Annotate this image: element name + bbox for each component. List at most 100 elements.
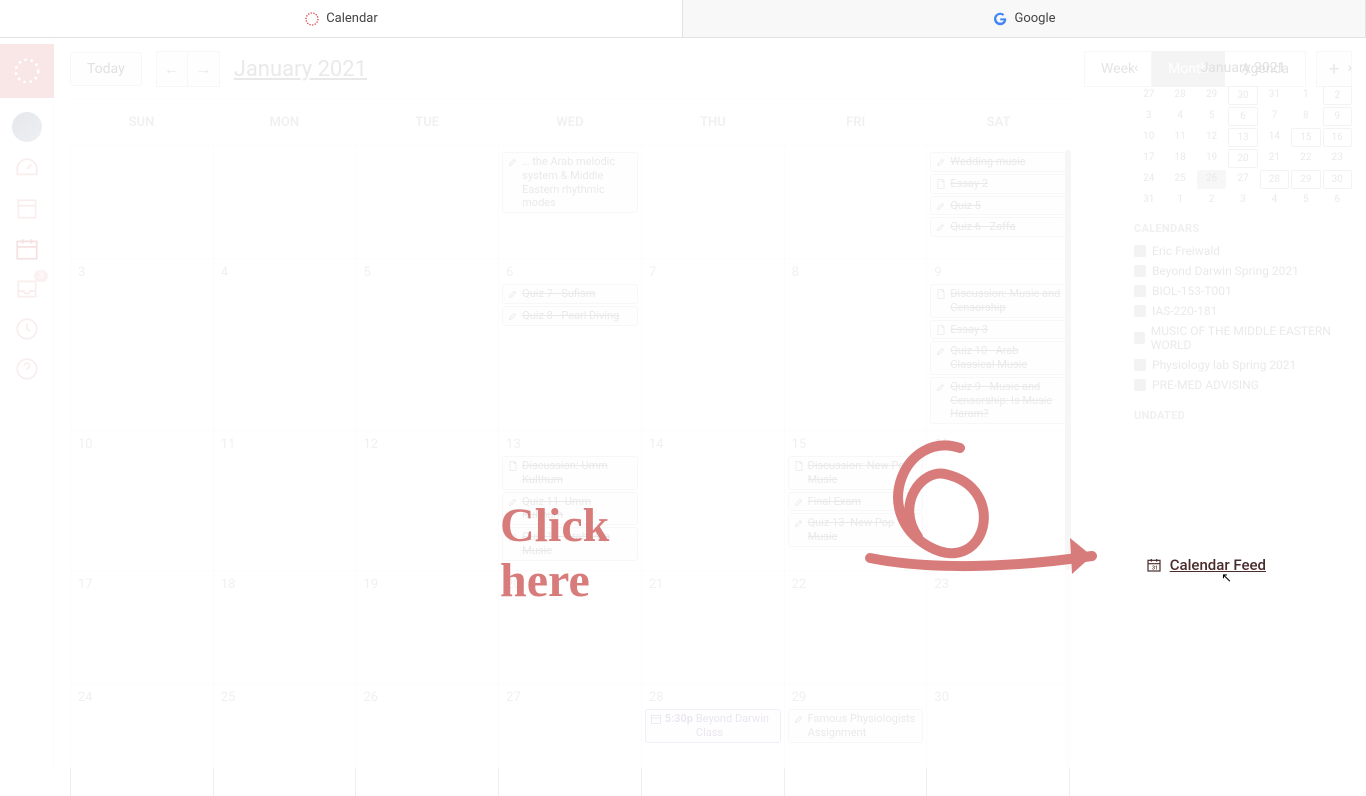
mini-day[interactable]: 11 <box>1165 128 1194 147</box>
calendar-day-cell[interactable]: 285:30p Beyond Darwin Class <box>642 684 785 796</box>
mini-day[interactable]: 20 <box>1228 149 1257 168</box>
mini-day[interactable]: 10 <box>1134 128 1163 147</box>
month-title[interactable]: January 2021 <box>234 57 367 82</box>
calendar-day-cell[interactable]: 23 <box>927 571 1070 683</box>
canvas-logo[interactable] <box>0 44 54 98</box>
mini-day[interactable]: 18 <box>1165 149 1194 168</box>
calendar-event[interactable]: Quiz 7 - Sufism <box>502 284 638 304</box>
mini-day[interactable]: 5 <box>1197 107 1226 126</box>
calendar-day-cell[interactable]: 6Quiz 7 - SufismQuiz 8 - Pearl Diving <box>499 259 642 430</box>
calendar-day-cell[interactable]: 10 <box>70 431 214 570</box>
calendar-event[interactable]: Discussion: Music and Censorship <box>930 284 1066 318</box>
calendar-day-cell[interactable]: 26 <box>356 684 499 796</box>
calendar-day-cell[interactable]: 14 <box>642 431 785 570</box>
calendar-day-cell[interactable]: 16 <box>927 431 1070 570</box>
calendar-day-cell[interactable]: 15Discussion: New Pop MusicFinal ExamQui… <box>785 431 928 570</box>
calendar-event[interactable]: Quiz 10 - Arab Classical Music <box>930 341 1066 375</box>
mini-day[interactable]: 25 <box>1165 170 1194 189</box>
next-month-button[interactable]: → <box>188 51 220 87</box>
calendar-day-cell[interactable]: 19 <box>356 571 499 683</box>
calendar-event[interactable]: 5:30p Beyond Darwin Class <box>645 709 781 743</box>
calendar-list-item[interactable]: Physiology lab Spring 2021 <box>1134 355 1352 375</box>
mini-day[interactable]: 22 <box>1291 149 1320 168</box>
calendar-event[interactable]: Quiz 12- Arab Pop Music <box>502 527 638 561</box>
mini-day[interactable]: 23 <box>1323 149 1352 168</box>
calendar-day-cell[interactable]: 22 <box>785 571 928 683</box>
calendar-day-cell[interactable]: 29Famous Physiologists Assignment <box>785 684 928 796</box>
tab-google[interactable]: Google <box>683 0 1366 37</box>
calendar-list-item[interactable]: Beyond Darwin Spring 2021 <box>1134 261 1352 281</box>
calendar-day-cell[interactable]: 4 <box>214 259 357 430</box>
help-icon[interactable] <box>14 356 40 382</box>
calendar-day-cell[interactable]: 20 <box>499 571 642 683</box>
mini-day[interactable]: 21 <box>1260 149 1289 168</box>
calendar-day-cell[interactable]: 11 <box>214 431 357 570</box>
calendar-day-cell[interactable]: 18 <box>214 571 357 683</box>
courses-icon[interactable] <box>14 196 40 222</box>
mini-day[interactable]: 29 <box>1197 86 1226 105</box>
mini-prev-month[interactable]: ‹ <box>1134 60 1138 76</box>
mini-day[interactable]: 9 <box>1323 107 1352 126</box>
inbox-icon[interactable]: 3 <box>14 276 40 302</box>
calendar-day-cell[interactable]: … the Arab melodic system & Middle Easte… <box>499 146 642 258</box>
calendar-event[interactable]: Essay 2 <box>930 174 1066 194</box>
calendar-day-cell[interactable]: 12 <box>356 431 499 570</box>
mini-day[interactable]: 1 <box>1291 86 1320 105</box>
calendar-day-cell[interactable]: 27 <box>499 684 642 796</box>
calendar-event[interactable]: Final Exam <box>788 492 924 512</box>
prev-month-button[interactable]: ← <box>156 51 188 87</box>
mini-day[interactable]: 3 <box>1228 191 1257 208</box>
mini-day[interactable]: 6 <box>1323 191 1352 208</box>
calendar-event[interactable]: Quiz 8 - Pearl Diving <box>502 306 638 326</box>
account-avatar[interactable] <box>12 112 42 142</box>
mini-day[interactable]: 15 <box>1291 128 1320 147</box>
mini-day[interactable]: 13 <box>1228 128 1257 147</box>
mini-day[interactable]: 12 <box>1197 128 1226 147</box>
calendar-list-item[interactable]: MUSIC OF THE MIDDLE EASTERN WORLD <box>1134 321 1352 355</box>
mini-day[interactable]: 19 <box>1197 149 1226 168</box>
calendar-list-item[interactable]: IAS-220-181 <box>1134 301 1352 321</box>
calendar-day-cell[interactable]: 24 <box>70 684 214 796</box>
mini-day[interactable]: 29 <box>1291 170 1320 189</box>
calendar-day-cell[interactable]: 30 <box>927 684 1070 796</box>
calendar-event[interactable]: Famous Physiologists Assignment <box>788 709 924 743</box>
calendar-list-item[interactable]: Eric Freiwald <box>1134 241 1352 261</box>
mini-day[interactable]: 24 <box>1134 170 1163 189</box>
today-button[interactable]: Today <box>70 52 142 86</box>
mini-day[interactable]: 17 <box>1134 149 1163 168</box>
mini-day[interactable]: 1 <box>1165 191 1194 208</box>
mini-day[interactable]: 16 <box>1323 128 1352 147</box>
calendar-day-cell[interactable]: 3 <box>70 259 214 430</box>
mini-day[interactable]: 30 <box>1228 86 1257 105</box>
calendar-event[interactable]: Discussion: New Pop Music <box>788 456 924 490</box>
tab-calendar[interactable]: Calendar <box>0 0 683 37</box>
calendar-event[interactable]: Discussion: Umm Kulthum <box>502 456 638 490</box>
mini-day[interactable]: 27 <box>1134 86 1163 105</box>
calendar-event[interactable]: Wedding music <box>930 152 1066 172</box>
calendar-day-cell[interactable]: 7 <box>642 259 785 430</box>
calendar-day-cell[interactable] <box>214 146 357 258</box>
mini-day[interactable]: 31 <box>1260 86 1289 105</box>
history-icon[interactable] <box>14 316 40 342</box>
calendar-event[interactable]: Essay 3 <box>930 320 1066 340</box>
calendar-nav-icon[interactable] <box>14 236 40 262</box>
mini-day[interactable]: 8 <box>1291 107 1320 126</box>
calendar-scrollbar[interactable] <box>1065 150 1071 768</box>
calendar-day-cell[interactable]: 13Discussion: Umm KulthumQuiz 11- Umm Ku… <box>499 431 642 570</box>
mini-day[interactable]: 28 <box>1260 170 1289 189</box>
calendar-day-cell[interactable]: Wedding musicEssay 2Quiz 5Quiz 6 - Zaffa <box>927 146 1070 258</box>
mini-next-month[interactable]: › <box>1348 60 1352 76</box>
calendar-day-cell[interactable] <box>70 146 214 258</box>
mini-day[interactable]: 4 <box>1165 107 1194 126</box>
calendar-day-cell[interactable]: 9Discussion: Music and CensorshipEssay 3… <box>927 259 1070 430</box>
calendar-day-cell[interactable]: 8 <box>785 259 928 430</box>
mini-day[interactable]: 2 <box>1323 86 1352 105</box>
calendar-event[interactable]: Quiz 11- Umm Kulthum <box>502 492 638 526</box>
calendar-day-cell[interactable] <box>642 146 785 258</box>
calendar-day-cell[interactable]: 17 <box>70 571 214 683</box>
calendar-day-cell[interactable]: 25 <box>214 684 357 796</box>
calendar-day-cell[interactable] <box>356 146 499 258</box>
mini-day[interactable]: 2 <box>1197 191 1226 208</box>
calendar-event[interactable]: Quiz 5 <box>930 196 1066 216</box>
calendar-event[interactable]: Quiz 6 - Zaffa <box>930 217 1066 237</box>
